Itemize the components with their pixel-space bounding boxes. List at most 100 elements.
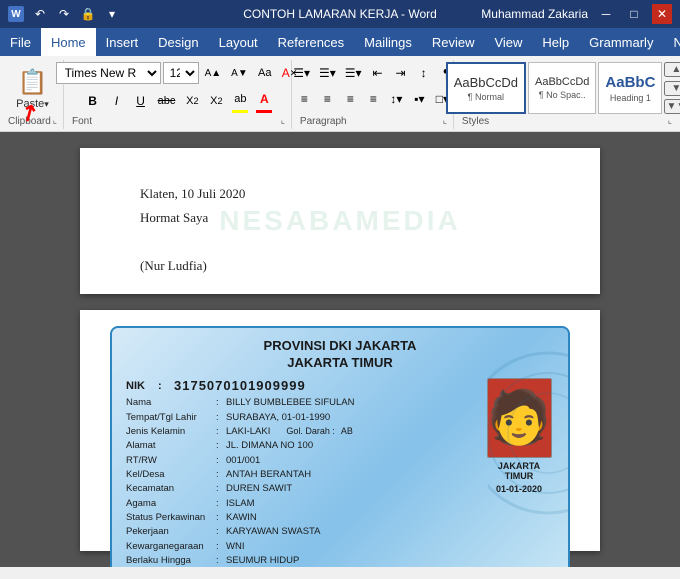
page1-content: Klaten, 10 Juli 2020 Hormat Saya (Nur Lu… (140, 186, 540, 274)
change-case-button[interactable]: Aa (254, 62, 276, 84)
menu-home[interactable]: Home (41, 28, 96, 56)
style-normal[interactable]: AaBbCcDd ¶ Normal (446, 62, 526, 114)
font-name-selector[interactable]: Times New R (56, 62, 161, 84)
styles-more[interactable]: ▼▼ (664, 99, 680, 114)
font-group: Times New R 12 A▲ A▼ Aa A✕ B I U (66, 60, 292, 129)
menu-insert[interactable]: Insert (96, 28, 149, 56)
para-row2: ≡ ≡ ≡ ≡ ↕▾ ▪▾ □▾ (293, 88, 453, 110)
paragraph-group: ☰▾ ☰▾ ☰▾ ⇤ ⇥ ↕ ¶ ≡ ≡ ≡ ≡ ↕▾ ▪▾ □▾ (294, 60, 454, 129)
styles-scroll-up[interactable]: ▲ (664, 62, 680, 77)
style-no-space[interactable]: AaBbCcDd ¶ No Spac.. (528, 62, 596, 114)
styles-label: Styles (462, 114, 489, 127)
menu-nitro[interactable]: Nitro Pro (663, 28, 680, 56)
highlight-color-bar (232, 110, 248, 113)
superscript-button[interactable]: X2 (205, 90, 227, 112)
multilevel-button[interactable]: ☰▾ (341, 62, 366, 84)
font-footer: Font ⌞ (70, 114, 287, 127)
maximize-button[interactable]: □ (624, 4, 644, 24)
menu-layout[interactable]: Layout (209, 28, 268, 56)
styles-scroll-down[interactable]: ▼ (664, 81, 680, 96)
clipboard-footer: Clipboard ⌞ (6, 114, 59, 127)
ktp-row-pekerjaan: Pekerjaan : KARYAWAN SWASTA (126, 526, 474, 538)
styles-expand[interactable]: ⌞ (668, 115, 672, 126)
menu-references[interactable]: References (268, 28, 354, 56)
justify-button[interactable]: ≡ (362, 88, 384, 110)
clipboard-content: ↗ 📋 Paste ▾ (9, 62, 56, 114)
menu-grammarly[interactable]: Grammarly (579, 28, 663, 56)
font-shrink-button[interactable]: A▼ (227, 62, 252, 84)
align-left-button[interactable]: ≡ (293, 88, 315, 110)
menu-help[interactable]: Help (532, 28, 579, 56)
close-button[interactable]: ✕ (652, 4, 672, 24)
bullets-button[interactable]: ☰▾ (289, 62, 314, 84)
paste-label: Paste (16, 98, 44, 110)
ktp-row-agama: Agama : ISLAM (126, 498, 474, 510)
paragraph-label: Paragraph (300, 114, 347, 127)
font-color-wrap: A (253, 88, 275, 113)
paste-dropdown-arrow[interactable]: ▾ (44, 99, 49, 110)
styles-gallery: AaBbCcDd ¶ Normal AaBbCcDd ¶ No Spac.. A… (446, 62, 680, 114)
styles-content: AaBbCcDd ¶ Normal AaBbCcDd ¶ No Spac.. A… (446, 62, 680, 114)
date-line: Klaten, 10 Juli 2020 (140, 186, 540, 202)
ribbon: ↗ 📋 Paste ▾ Clipboard ⌞ Times New R (0, 56, 680, 132)
strikethrough-button[interactable]: abc (154, 90, 180, 112)
align-center-button[interactable]: ≡ (316, 88, 338, 110)
menu-file[interactable]: File (0, 28, 41, 56)
style-nospace-label: ¶ No Spac.. (539, 90, 586, 100)
font-color-button[interactable]: A (253, 88, 275, 110)
ktp-row-kecamatan: Kecamatan : DUREN SAWIT (126, 483, 474, 495)
font-label: Font (72, 114, 92, 127)
style-h1-label: Heading 1 (610, 93, 651, 103)
font-expand[interactable]: ⌞ (281, 115, 285, 126)
styles-group: AaBbCcDd ¶ Normal AaBbCcDd ¶ No Spac.. A… (456, 60, 678, 129)
italic-button[interactable]: I (106, 90, 128, 112)
align-right-button[interactable]: ≡ (339, 88, 361, 110)
sort-button[interactable]: ↕ (413, 62, 435, 84)
menu-mailings[interactable]: Mailings (354, 28, 422, 56)
font-size-selector[interactable]: 12 (163, 62, 199, 84)
ktp-photo-caption-date: 01-01-2020 (496, 484, 542, 494)
shading-button[interactable]: ▪▾ (408, 88, 430, 110)
para-expand[interactable]: ⌞ (443, 115, 447, 126)
highlight-button[interactable]: ab (229, 88, 251, 110)
menu-view[interactable]: View (484, 28, 532, 56)
subscript-button[interactable]: X2 (181, 90, 203, 112)
underline-button[interactable]: U (130, 90, 152, 112)
ktp-face-emoji: 🧑 (487, 392, 552, 444)
ktp-row-rtrw: RT/RW : 001/001 (126, 455, 474, 467)
customize-button[interactable]: ▾ (102, 4, 122, 24)
page-2: PROVINSI DKI JAKARTA JAKARTA TIMUR NIK :… (80, 310, 600, 551)
ktp-nik-label: NIK (126, 380, 158, 392)
ktp-row-alamat: Alamat : JL. DIMANA NO 100 (126, 440, 474, 452)
bold-button[interactable]: B (82, 90, 104, 112)
user-info: Muhammad Zakaria (481, 7, 588, 21)
numbering-button[interactable]: ☰▾ (315, 62, 340, 84)
ktp-card: PROVINSI DKI JAKARTA JAKARTA TIMUR NIK :… (110, 326, 570, 567)
ktp-header: PROVINSI DKI JAKARTA JAKARTA TIMUR (126, 338, 554, 372)
font-grow-button[interactable]: A▲ (201, 62, 226, 84)
highlight-color-wrap: ab (229, 88, 251, 113)
style-heading1[interactable]: AaBbC Heading 1 (598, 62, 662, 114)
menu-review[interactable]: Review (422, 28, 485, 56)
app-title: CONTOH LAMARAN KERJA - Word (243, 7, 437, 21)
increase-indent-button[interactable]: ⇥ (390, 62, 412, 84)
decrease-indent-button[interactable]: ⇤ (367, 62, 389, 84)
ktp-row-perkawinan: Status Perkawinan : KAWIN (126, 512, 474, 524)
ktp-body: NIK : 3175070101909999 Nama : BILLY BUMB… (126, 378, 554, 567)
line-spacing-button[interactable]: ↕▾ (385, 88, 407, 110)
style-normal-label: ¶ Normal (468, 92, 504, 102)
redo-button[interactable]: ↷ (54, 4, 74, 24)
regards-line: Hormat Saya (140, 210, 540, 226)
minimize-button[interactable]: ─ (596, 4, 616, 24)
ktp-row-nama: Nama : BILLY BUMBLEBEE SIFULAN (126, 397, 474, 409)
paste-button[interactable]: ↗ 📋 Paste ▾ (9, 63, 56, 113)
autosave-button[interactable]: 🔒 (78, 4, 98, 24)
ktp-nik-row: NIK : 3175070101909999 (126, 378, 474, 393)
undo-button[interactable]: ↶ (30, 4, 50, 24)
ktp-row-berlaku: Berlaku Hingga : SEUMUR HIDUP (126, 555, 474, 567)
font-color-bar (256, 110, 272, 113)
menu-design[interactable]: Design (148, 28, 208, 56)
clipboard-expand[interactable]: ⌞ (53, 115, 57, 126)
ktp-region: JAKARTA TIMUR (126, 355, 554, 372)
para-row1: ☰▾ ☰▾ ☰▾ ⇤ ⇥ ↕ ¶ (289, 62, 457, 84)
